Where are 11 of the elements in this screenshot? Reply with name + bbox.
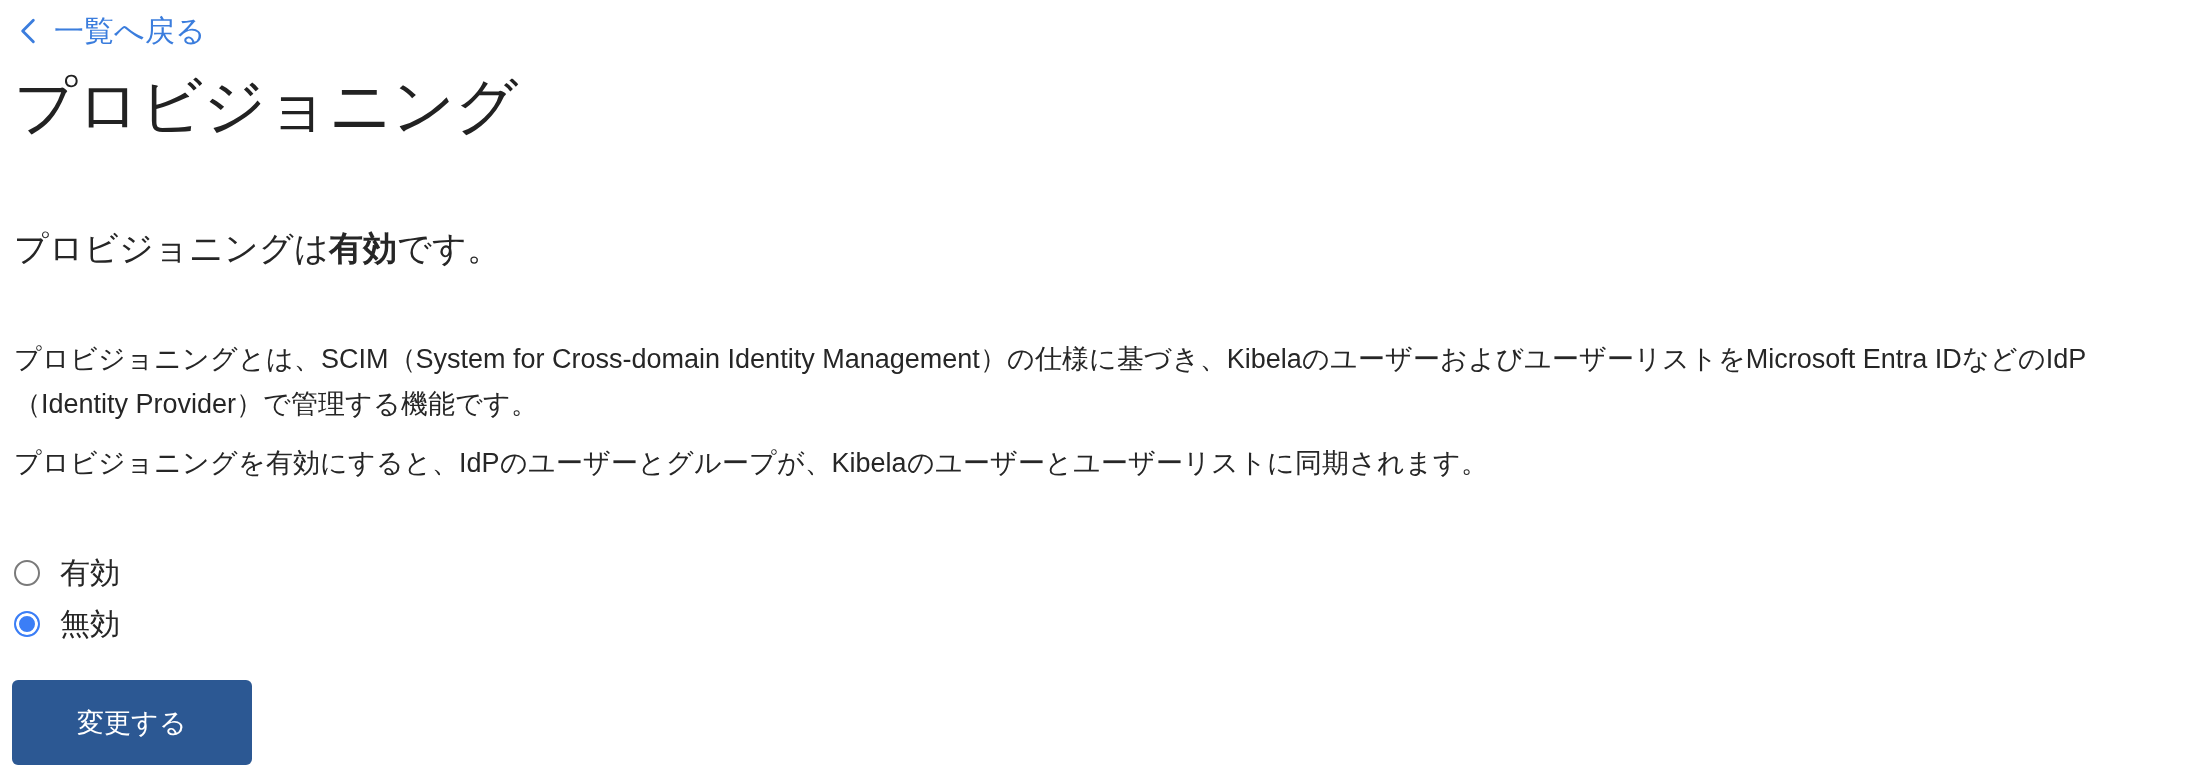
submit-button[interactable]: 変更する [12, 680, 252, 765]
back-link[interactable]: 一覧へ戻る [14, 13, 206, 49]
status-message: プロビジョニングは有効です。 [14, 228, 501, 269]
chevron-left-icon [20, 18, 36, 44]
description-text: プロビジョニングを有効にすると、IdPのユーザーとグループが、Kibelaのユーザーとユーザーリストに同期されます。 [14, 447, 1489, 480]
radio-label[interactable]: 無効 [60, 604, 120, 644]
radio-button[interactable] [14, 560, 40, 586]
radio-label[interactable]: 有効 [60, 553, 120, 593]
description-text: プロビジョニングとは、SCIM（System for Cross-domain Identity Management）の仕様に基づき、KibelaのユーザーおよびユーザーリストをMicrosoft Entra IDなどのIdP（Identity Provider）で管理する機能です。 [14, 343, 2088, 421]
radio-button[interactable] [14, 611, 40, 637]
page-title: プロビジョニング [14, 70, 518, 142]
